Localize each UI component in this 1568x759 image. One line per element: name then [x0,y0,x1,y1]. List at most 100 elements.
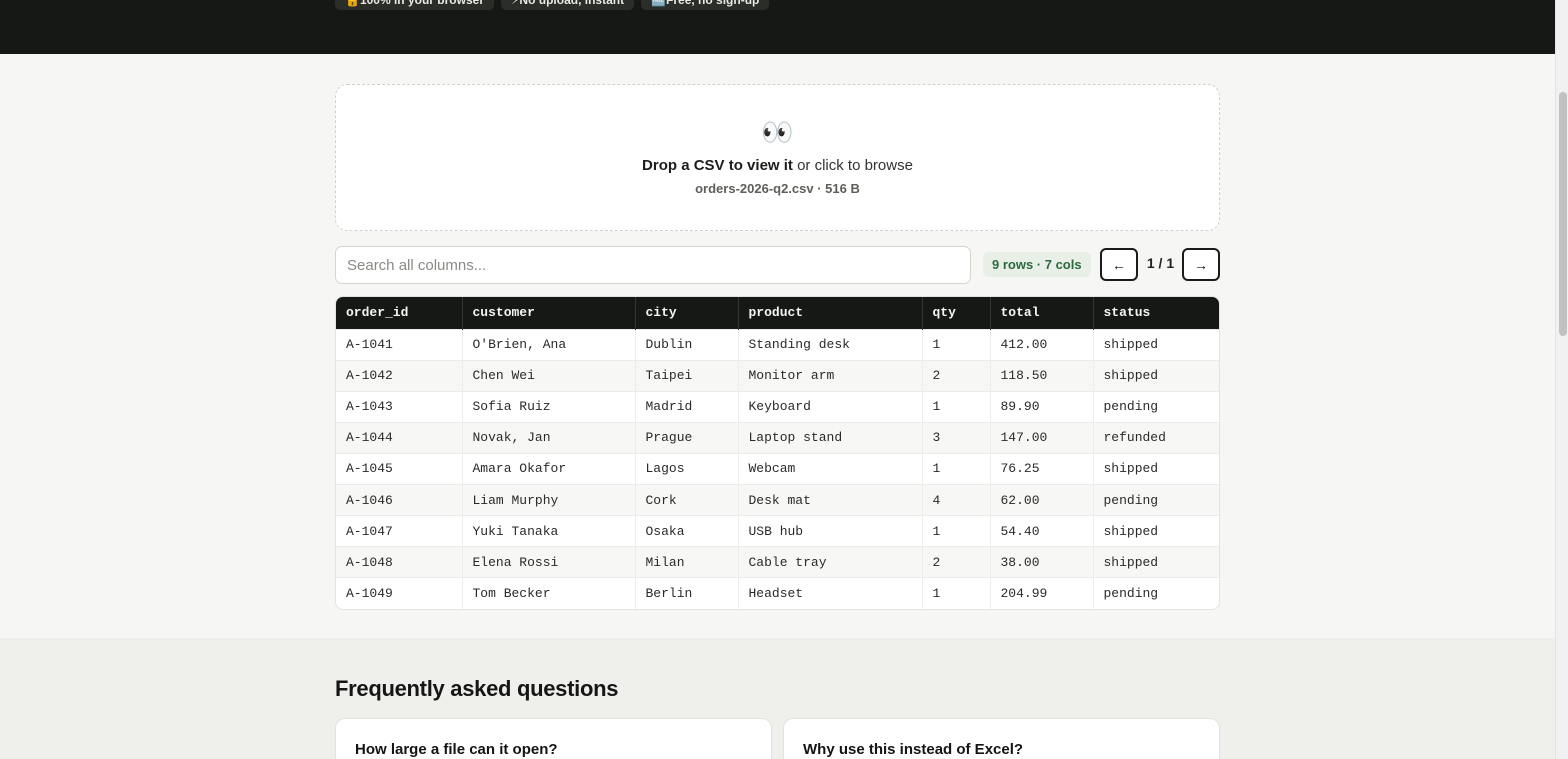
table-cell: A-1044 [336,421,463,454]
column-header[interactable]: status [1093,297,1219,329]
column-header[interactable]: total [990,297,1094,329]
badge-in-browser: 🔒100% in your browser [335,0,494,10]
table-cell: Berlin [635,577,739,609]
next-page-button[interactable]: → [1182,248,1220,281]
row-col-count-badge: 9 rows · 7 cols [983,252,1091,277]
table-cell: A-1046 [336,483,463,516]
table-cell: 204.99 [990,577,1094,609]
table-cell: 38.00 [990,546,1094,578]
table-cell: 4 [922,483,991,516]
table-cell: Dublin [635,328,739,361]
table-cell: A-1041 [336,328,463,361]
table-cell: 1 [922,390,991,423]
table-cell: Keyboard [738,390,923,423]
table-cell: A-1042 [336,359,463,392]
table-cell: Taipei [635,359,739,392]
table-row: A-1045 Amara Okafor Lagos Webcam 1 76.25… [336,452,1219,485]
table-cell: Madrid [635,390,739,423]
table-row: A-1041 O'Brien, Ana Dublin Standing desk… [336,328,1219,361]
table-cell: Liam Murphy [462,483,636,516]
table-cell: 54.40 [990,515,1094,547]
table-row: A-1047 Yuki Tanaka Osaka USB hub 1 54.40… [336,515,1219,547]
table-cell: refunded [1093,421,1219,454]
table-cell: Cable tray [738,546,923,578]
table-cell: 1 [922,577,991,609]
table-cell: A-1043 [336,390,463,423]
prev-page-button[interactable]: ← [1100,248,1138,281]
table-cell: Lagos [635,452,739,485]
table-cell: Tom Becker [462,577,636,609]
table-cell: 412.00 [990,328,1094,361]
table-cell: 147.00 [990,421,1094,454]
table-cell: USB hub [738,515,923,547]
table-cell: shipped [1093,328,1219,361]
column-header[interactable]: order_id [336,297,463,329]
loaded-file-info: orders-2026-q2.csv · 516 B [695,181,860,196]
faq-card[interactable]: How large a file can it open? [335,718,772,759]
table-cell: Standing desk [738,328,923,361]
table-cell: Prague [635,421,739,454]
table-cell: shipped [1093,359,1219,392]
table-cell: Webcam [738,452,923,485]
table-row: A-1046 Liam Murphy Cork Desk mat 4 62.00… [336,483,1219,516]
table-cell: 3 [922,421,991,454]
faq-card[interactable]: Why use this instead of Excel? [783,718,1220,759]
table-cell: Desk mat [738,483,923,516]
table-cell: 89.90 [990,390,1094,423]
table-cell: O'Brien, Ana [462,328,636,361]
table-cell: pending [1093,483,1219,516]
table-cell: A-1049 [336,577,463,609]
page-scrollbar[interactable] [1555,0,1568,759]
dropzone-prompt-rest: or click to browse [797,157,913,174]
table-cell: 1 [922,515,991,547]
table-cell: shipped [1093,546,1219,578]
table-cell: Monitor arm [738,359,923,392]
table-cell: A-1048 [336,546,463,578]
table-row: A-1042 Chen Wei Taipei Monitor arm 2 118… [336,359,1219,392]
table-row: A-1043 Sofia Ruiz Madrid Keyboard 1 89.9… [336,390,1219,423]
table-cell: 1 [922,452,991,485]
table-cell: Osaka [635,515,739,547]
search-input[interactable] [335,246,971,284]
table-row: A-1044 Novak, Jan Prague Laptop stand 3 … [336,421,1219,454]
badge-no-upload: ⚡No upload, instant [500,0,635,10]
csv-dropzone[interactable]: 👀 Drop a CSV to view it or click to brow… [335,84,1220,231]
column-header[interactable]: product [738,297,923,329]
table-cell: 2 [922,359,991,392]
table-cell: pending [1093,577,1219,609]
table-cell: Amara Okafor [462,452,636,485]
table-cell: Milan [635,546,739,578]
table-cell: Chen Wei [462,359,636,392]
table-cell: 118.50 [990,359,1094,392]
table-cell: 2 [922,546,991,578]
eyes-icon: 👀 [761,117,794,147]
dropzone-prompt: Drop a CSV to view it or click to browse [336,156,1219,176]
table-cell: A-1045 [336,452,463,485]
table-row: A-1049 Tom Becker Berlin Headset 1 204.9… [336,577,1219,609]
scrollbar-thumb[interactable] [1559,92,1567,336]
table-cell: Laptop stand [738,421,923,454]
table-cell: 76.25 [990,452,1094,485]
table-cell: pending [1093,390,1219,423]
faq-title: Frequently asked questions [335,676,619,701]
table-cell: shipped [1093,515,1219,547]
faq-section [0,638,1555,759]
column-header[interactable]: city [635,297,739,329]
table-cell: 62.00 [990,483,1094,516]
table-cell: A-1047 [336,515,463,547]
table-cell: Yuki Tanaka [462,515,636,547]
feature-badges: 🔒100% in your browser ⚡No upload, instan… [335,0,770,10]
table-cell: Headset [738,577,923,609]
table-cell: Cork [635,483,739,516]
table-cell: 1 [922,328,991,361]
badge-free: 🆓Free, no sign-up [641,0,770,10]
dropzone-prompt-bold: Drop a CSV to view it [642,157,793,174]
table-cell: Sofia Ruiz [462,390,636,423]
table-cell: Elena Rossi [462,546,636,578]
hero-banner: 🔒100% in your browser ⚡No upload, instan… [0,0,1555,54]
faq-question: How large a file can it open? [355,741,558,758]
column-header[interactable]: customer [462,297,636,329]
table-cell: shipped [1093,452,1219,485]
table-cell: Novak, Jan [462,421,636,454]
column-header[interactable]: qty [922,297,991,329]
